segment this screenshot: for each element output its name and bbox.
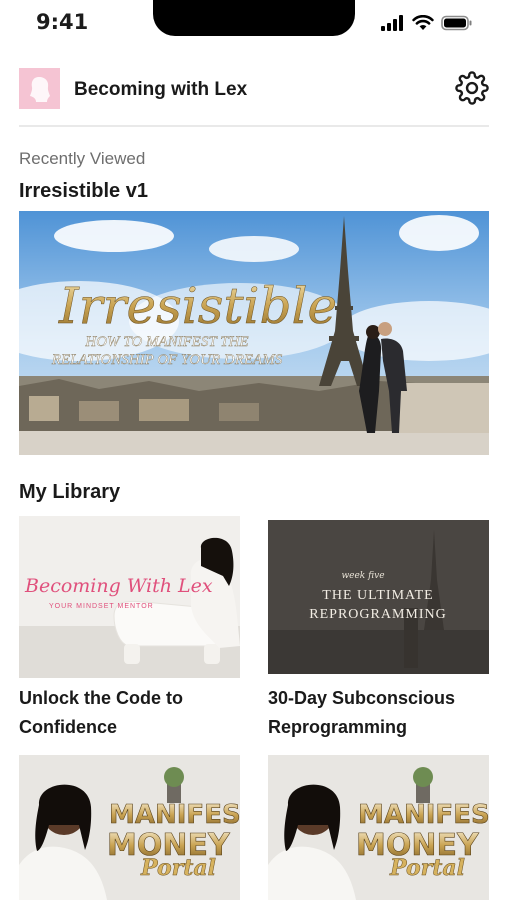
library-card[interactable]: week five THE ULTIMATE REPROGRAMMING 30-…	[268, 516, 489, 746]
device-notch	[153, 0, 355, 36]
profile-silhouette-icon	[30, 77, 50, 102]
paris-banner-image: Irresistible HOW TO MANIFEST THE RELATIO…	[19, 211, 489, 455]
banner-script-title: Irresistible	[58, 277, 337, 335]
brand-name: Becoming with Lex	[74, 79, 248, 100]
wifi-icon	[412, 15, 434, 30]
recently-viewed-label: Recently Viewed	[19, 149, 146, 168]
manifest-money-course-image: MANIFEST MONEY Portal	[19, 755, 240, 900]
manifest-thumb-word1: MANIFEST	[109, 800, 240, 830]
gear-icon	[455, 71, 489, 105]
battery-icon	[441, 15, 472, 31]
confidence-thumb-script: Becoming With Lex	[24, 575, 213, 597]
library-card-thumbnail: MANIFEST MONEY Portal	[268, 755, 489, 900]
manifest-thumb-word1: MANIFEST	[358, 800, 489, 830]
status-time: 9:41	[36, 10, 89, 34]
reprogramming-thumb-line2: REPROGRAMMING	[309, 607, 446, 622]
recent-course-banner[interactable]: Irresistible HOW TO MANIFEST THE RELATIO…	[19, 211, 489, 455]
library-card-title-line2: Reprogramming	[268, 717, 408, 737]
library-card-thumbnail: week five THE ULTIMATE REPROGRAMMING	[268, 520, 489, 674]
library-card-thumbnail: MANIFEST MONEY Portal	[19, 755, 240, 900]
library-card-title-line1: Unlock the Code to	[19, 688, 184, 708]
my-library-title: My Library	[19, 481, 121, 503]
reprogramming-course-image: week five THE ULTIMATE REPROGRAMMING	[268, 520, 489, 674]
banner-subtitle-line2: RELATIONSHIP OF YOUR DREAMS	[51, 352, 283, 368]
cellular-signal-icon	[381, 15, 403, 31]
status-bar: 9:41	[0, 0, 507, 48]
library-card-title-line2: Confidence	[19, 717, 118, 737]
library-card[interactable]: MANIFEST MONEY Portal	[268, 755, 489, 900]
banner-subtitle-line1: HOW TO MANIFEST THE	[84, 334, 248, 350]
settings-button[interactable]	[455, 71, 489, 105]
reprogramming-thumb-line1: THE ULTIMATE	[322, 588, 433, 603]
reprogramming-thumb-small: week five	[341, 571, 384, 581]
manifest-thumb-script: Portal	[389, 855, 465, 881]
app-header: Becoming with Lex	[19, 68, 489, 110]
brand-avatar[interactable]	[19, 68, 60, 109]
library-card[interactable]: MANIFEST MONEY Portal	[19, 755, 240, 900]
recent-course-title[interactable]: Irresistible v1	[19, 180, 148, 203]
library-card-thumbnail: Becoming With Lex YOUR MINDSET MENTOR	[19, 516, 240, 678]
manifest-money-course-image: MANIFEST MONEY Portal	[268, 755, 489, 900]
header-divider	[19, 125, 489, 127]
library-card[interactable]: Becoming With Lex YOUR MINDSET MENTOR Un…	[19, 516, 240, 746]
confidence-thumb-caption: YOUR MINDSET MENTOR	[49, 603, 154, 610]
status-icons	[381, 15, 473, 31]
manifest-thumb-script: Portal	[140, 855, 216, 881]
library-card-title-line1: 30-Day Subconscious	[268, 688, 456, 708]
confidence-course-image: Becoming With Lex YOUR MINDSET MENTOR	[19, 516, 240, 678]
